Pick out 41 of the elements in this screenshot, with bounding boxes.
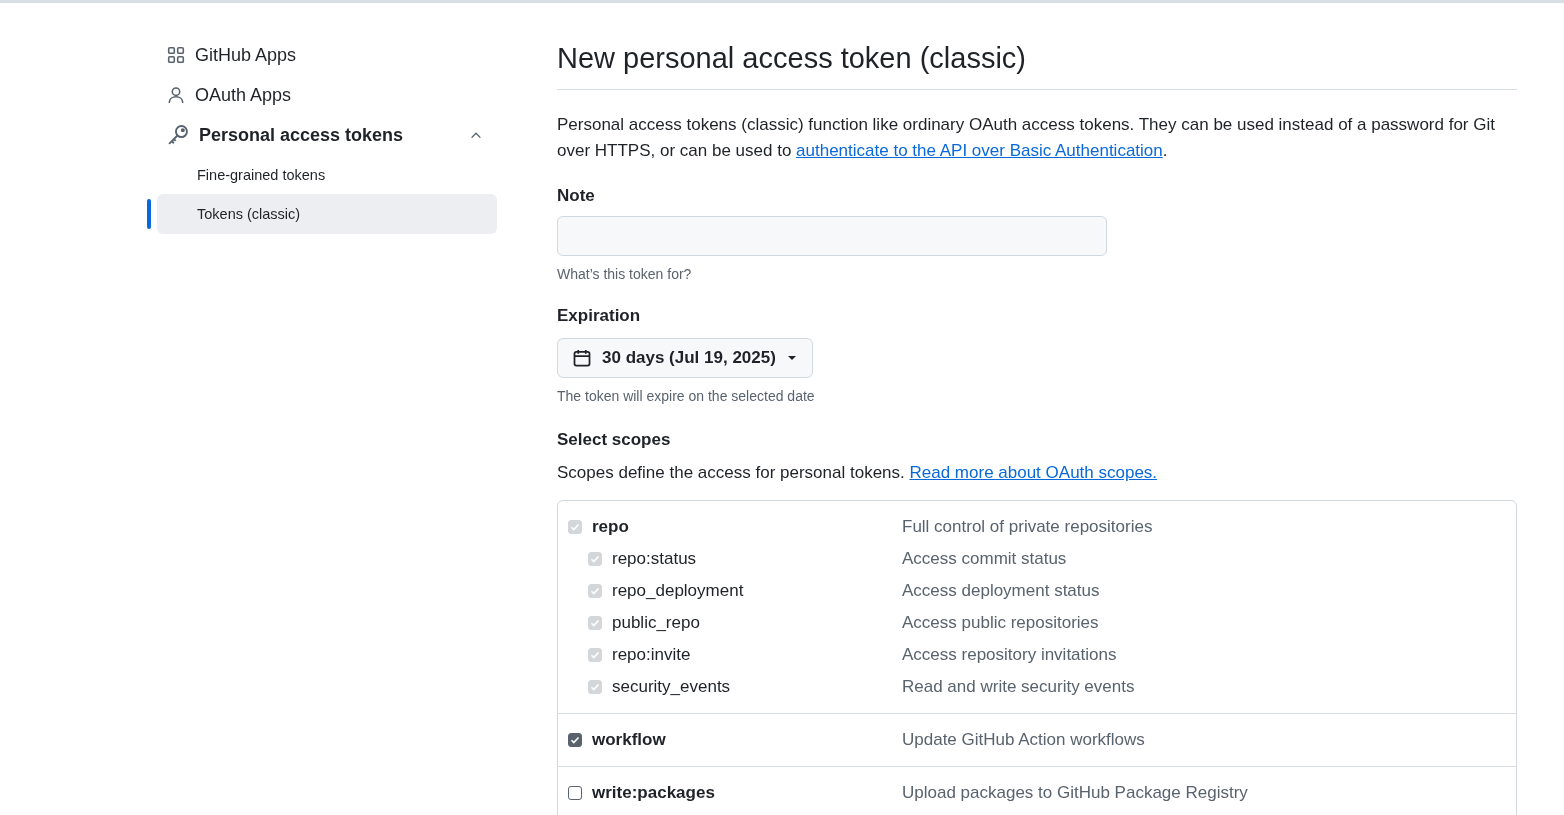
checkmark-icon xyxy=(590,650,600,660)
sidebar-item[interactable]: Personal access tokens xyxy=(147,115,497,155)
checkmark-icon xyxy=(590,682,600,692)
scope-description: Access public repositories xyxy=(902,613,1099,633)
note-field[interactable] xyxy=(557,216,1107,256)
scope-name[interactable]: write:packages xyxy=(582,783,902,803)
checkbox[interactable] xyxy=(568,786,582,800)
note-label: Note xyxy=(557,186,596,206)
authentication-link[interactable]: authenticate to the API over Basic Authentication xyxy=(796,141,1163,160)
scope-description: Access repository invitations xyxy=(902,645,1117,665)
sidebar-item[interactable]: OAuth Apps xyxy=(147,75,497,115)
checkmark-icon xyxy=(570,735,580,745)
apps-grid-icon xyxy=(167,46,185,64)
checkbox[interactable] xyxy=(568,733,582,747)
sidebar-subitem[interactable]: Fine-grained tokens xyxy=(157,154,497,195)
scope-description: Update GitHub Action workflows xyxy=(902,730,1145,750)
scope-description: Access deployment status xyxy=(902,581,1100,601)
scopes-description: Scopes define the access for personal tokens. Read more about OAuth scopes. xyxy=(557,462,1159,484)
oauth-scopes-link[interactable]: Read more about OAuth scopes. xyxy=(909,463,1158,482)
expiration-dropdown[interactable]: 30 days (Jul 19, 2025) xyxy=(557,338,813,378)
note-hint: What’s this token for? xyxy=(557,266,693,282)
scope-description: Full control of private repositories xyxy=(902,517,1153,537)
person-icon xyxy=(167,86,185,104)
checkmark-icon xyxy=(590,586,600,596)
scope-description: Read and write security events xyxy=(902,677,1135,697)
scopes-heading: Select scopes xyxy=(557,430,672,450)
checkmark-icon xyxy=(590,618,600,628)
selection-indicator xyxy=(147,198,151,229)
page-title: New personal access token (classic) xyxy=(557,42,1517,90)
scope-description: Upload packages to GitHub Package Registry xyxy=(902,783,1248,803)
key-icon xyxy=(167,124,189,146)
checkmark-icon xyxy=(590,554,600,564)
checkmark-icon xyxy=(570,522,580,532)
expiration-label: Expiration xyxy=(557,306,642,326)
calendar-icon xyxy=(572,348,592,368)
scope-description: Access commit status xyxy=(902,549,1067,569)
expiration-hint: The token will expire on the selected date xyxy=(557,388,816,404)
scope-name[interactable]: workflow xyxy=(582,730,902,750)
sidebar-subitem[interactable]: Tokens (classic) xyxy=(157,193,497,234)
sidebar-item[interactable]: GitHub Apps xyxy=(147,35,497,75)
intro-paragraph: Personal access tokens (classic) function like ordinary OAuth access tokens. They can be used instead of a password for Git over HTTPS, or can be used to authenticate to the API over Basic Authentication. xyxy=(557,114,1496,162)
